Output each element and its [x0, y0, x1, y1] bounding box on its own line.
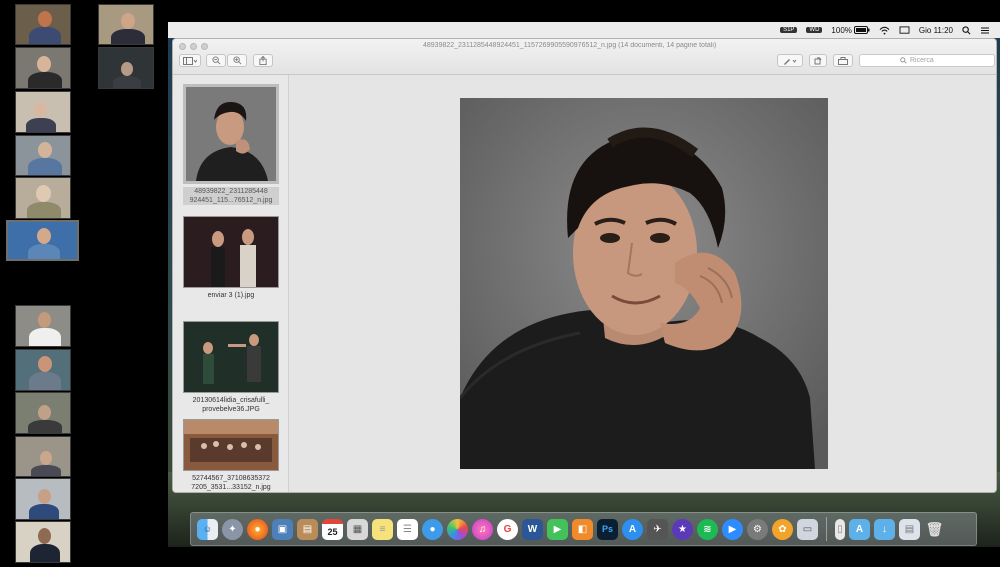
thumbnail-label: enviar 3 (1).jpg: [207, 292, 255, 299]
markup-button[interactable]: [777, 54, 803, 67]
window-titlebar: 48939822_2311285448924451_11572699055909…: [173, 39, 996, 75]
imovie-icon[interactable]: ★: [672, 518, 693, 540]
rotate-icon: [814, 56, 822, 64]
thumbnail-image: [183, 216, 279, 288]
photos-icon[interactable]: [447, 518, 468, 540]
participant-tile[interactable]: [15, 349, 71, 391]
thumbnail-sidebar: 48939822_2311285448 924451_115...76512_n…: [173, 75, 289, 492]
search-field[interactable]: Ricerca: [859, 54, 995, 67]
window-title: 48939822_2311285448924451_11572699055909…: [423, 42, 717, 49]
finder-icon[interactable]: ☺: [197, 518, 218, 540]
close-window-button[interactable]: [179, 43, 186, 50]
thumbnail-item[interactable]: enviar 3 (1).jpg: [183, 216, 279, 300]
participant-tile[interactable]: [15, 4, 71, 45]
participant-tile[interactable]: [15, 135, 71, 176]
minimize-window-button[interactable]: [190, 43, 197, 50]
search-placeholder: Ricerca: [910, 57, 934, 64]
thumbnail-item[interactable]: 52744567_37108635372 7205_3531...33152_n…: [183, 419, 279, 492]
app-store-icon[interactable]: A: [622, 518, 643, 540]
documents-stack-icon[interactable]: ▤: [899, 518, 920, 540]
spotlight-search-icon[interactable]: [962, 25, 971, 35]
dock-separator: [826, 517, 827, 541]
wifi-icon[interactable]: [879, 26, 890, 35]
thumbnail-item[interactable]: 48939822_2311285448 924451_115...76512_n…: [183, 84, 279, 205]
calendar-icon[interactable]: 25: [322, 518, 343, 540]
mac-menubar: S1P WD 100% Gio 11:20: [168, 22, 1000, 38]
thumbnail-image: [183, 419, 279, 471]
system-preferences-icon[interactable]: ⚙: [747, 518, 768, 540]
screen: S1P WD 100% Gio 11:20 48939822_231128544…: [0, 0, 1000, 567]
thumbnail-image: [183, 84, 279, 184]
battery-status[interactable]: 100%: [831, 25, 870, 35]
pen-icon: [784, 58, 797, 65]
share-button[interactable]: [253, 54, 273, 67]
thumbnail-label: 52744567_37108635372 7205_3531...33152_n…: [191, 475, 271, 491]
sunflower-app-icon[interactable]: ✿: [772, 518, 793, 540]
photoshop-icon[interactable]: Ps: [597, 518, 618, 540]
rotate-button[interactable]: [809, 54, 827, 67]
applications-folder-icon[interactable]: A: [849, 518, 870, 540]
display-icon[interactable]: [899, 25, 910, 35]
share-icon: [259, 56, 267, 65]
participant-tile[interactable]: [15, 478, 71, 520]
google-chrome-icon[interactable]: G: [497, 518, 518, 540]
battery-percent: 100%: [831, 25, 852, 35]
sidebar-view-button[interactable]: [179, 54, 201, 67]
books-icon[interactable]: ◧: [572, 518, 593, 540]
image-canvas: [290, 75, 996, 492]
toolbox-button[interactable]: [833, 54, 853, 67]
participant-tile[interactable]: [15, 305, 71, 347]
zoom-in-icon: [232, 56, 241, 65]
itunes-icon[interactable]: ♫: [472, 518, 493, 540]
microsoft-word-icon[interactable]: W: [522, 518, 543, 540]
screenshot-app-icon[interactable]: ▭: [797, 518, 818, 540]
search-icon: [900, 57, 907, 64]
main-portrait-image[interactable]: [460, 98, 828, 469]
preview-window: 48939822_2311285448924451_11572699055909…: [172, 38, 997, 493]
thumbnail-item[interactable]: 20130614lidia_crisafulli_ provebelve36.J…: [183, 321, 279, 414]
spotify-icon[interactable]: ≋: [697, 518, 718, 540]
toolbox-icon: [838, 56, 848, 65]
notes-icon[interactable]: ≡: [372, 518, 393, 540]
vpn-icon[interactable]: ✈: [647, 518, 668, 540]
zoom-out-button[interactable]: [206, 54, 226, 67]
messages-icon[interactable]: ●: [422, 518, 443, 540]
wd-badge[interactable]: WD: [806, 27, 823, 33]
mac-dock: ☺ ✦ ● ▣ ▤ 25 ▦ ≡ ☰ ● ♫ G W ▶ ◧ Ps A ✈ ★ …: [190, 512, 977, 546]
participant-tile[interactable]: [15, 177, 71, 219]
participant-tile[interactable]: [15, 521, 71, 563]
sidebar-icon: [183, 56, 197, 65]
thumbnail-label: 20130614lidia_crisafulli_ provebelve36.J…: [192, 397, 270, 413]
participant-tile[interactable]: [15, 91, 71, 133]
thumbnail-image: [183, 321, 279, 393]
menubar-clock[interactable]: Gio 11:20: [919, 26, 953, 35]
participant-tile[interactable]: [15, 392, 71, 434]
firefox-icon[interactable]: ●: [247, 518, 268, 540]
siri-badge[interactable]: S1P: [780, 27, 798, 33]
participant-tile[interactable]: [98, 47, 154, 89]
shared-screen-desktop: S1P WD 100% Gio 11:20 48939822_231128544…: [168, 22, 1000, 547]
battery-icon: [853, 26, 870, 34]
photo-booth-icon[interactable]: ▦: [347, 518, 368, 540]
notification-center-icon[interactable]: [980, 26, 990, 35]
trash-icon[interactable]: 🗑: [924, 519, 945, 540]
facetime-icon[interactable]: ▶: [547, 518, 568, 540]
participant-tile[interactable]: [98, 4, 154, 45]
launchpad-icon[interactable]: ✦: [222, 518, 243, 540]
zoom-window-button[interactable]: [201, 43, 208, 50]
zoom-in-button[interactable]: [227, 54, 247, 67]
zoom-out-icon: [211, 56, 220, 65]
participant-tile[interactable]: [15, 436, 71, 477]
downloads-folder-icon[interactable]: ↓: [874, 518, 895, 540]
thumbnail-label: 48939822_2311285448 924451_115...76512_n…: [183, 187, 279, 205]
document-stack-icon[interactable]: ▯: [835, 518, 845, 540]
zoom-icon[interactable]: ▶: [722, 518, 743, 540]
reminders-icon[interactable]: ☰: [397, 518, 418, 540]
preview-app-icon[interactable]: ▣: [272, 518, 293, 540]
contacts-icon[interactable]: ▤: [297, 518, 318, 540]
participant-tile-active[interactable]: [6, 220, 79, 261]
participant-tile[interactable]: [15, 47, 71, 89]
